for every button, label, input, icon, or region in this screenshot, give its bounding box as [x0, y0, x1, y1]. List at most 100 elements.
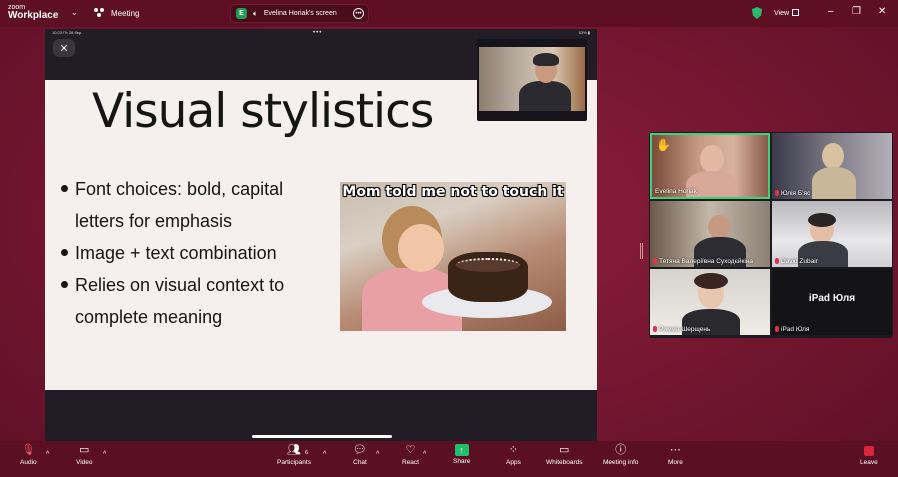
- react-label: React: [402, 459, 419, 466]
- share-label: Share: [453, 458, 471, 465]
- participant-name: iPad Юля: [775, 326, 809, 333]
- person-head: [700, 145, 724, 173]
- meeting-info-label: Meeting info: [603, 459, 639, 466]
- self-view-thumbnail[interactable]: [477, 39, 587, 121]
- more-dots-icon: ⋯: [669, 444, 681, 456]
- screen-share-pill[interactable]: E 🔈︎ Evelina Horiak's screen •••: [230, 4, 369, 23]
- chat-bubble-icon: 💬︎: [353, 444, 367, 456]
- security-shield-icon[interactable]: [752, 7, 762, 19]
- meeting-tab[interactable]: Meeting: [94, 8, 139, 19]
- screen-share-label: Evelina Horiak's screen: [263, 10, 337, 17]
- audio-label: Audio: [20, 459, 37, 466]
- whiteboard-icon: ▭: [559, 444, 570, 456]
- meme-caption: Mom told me not to touch it: [342, 184, 564, 200]
- video-button[interactable]: ▭ Video: [76, 444, 93, 467]
- ipad-time: 10:23 Пт 28 бер.: [52, 30, 83, 35]
- view-label: View: [774, 10, 790, 17]
- chat-label: Chat: [353, 459, 367, 466]
- person-hair: [808, 213, 836, 227]
- raised-hand-icon: ✋: [656, 138, 671, 152]
- person-head: [708, 215, 730, 239]
- view-button[interactable]: View: [774, 9, 800, 17]
- muted-mic-icon: [775, 190, 779, 196]
- video-tile[interactable]: David Zubair: [772, 201, 892, 267]
- apps-label: Apps: [506, 459, 521, 466]
- ipad-battery: 53% ▮: [578, 30, 590, 35]
- react-options-caret[interactable]: ^: [423, 451, 426, 458]
- muted-mic-icon: [653, 258, 657, 264]
- meeting-info-button[interactable]: ⓘ Meeting info: [603, 444, 639, 467]
- audio-button[interactable]: 🎙︎ Audio: [20, 444, 37, 467]
- slide-bullets: Font choices: bold, capital letters for …: [59, 173, 329, 333]
- leave-button[interactable]: Leave: [860, 444, 878, 466]
- more-options-icon[interactable]: •••: [353, 8, 364, 19]
- presenter-avatar: E: [236, 8, 247, 19]
- video-tile[interactable]: ✋ Evelina Horiak: [650, 133, 770, 199]
- participant-display-name: iPad Юля: [808, 293, 856, 304]
- meme-image: Mom told me not to touch it: [340, 182, 566, 331]
- participants-options-caret[interactable]: ^: [323, 451, 326, 458]
- close-window-icon[interactable]: ✕: [878, 6, 886, 17]
- presentation-slide: Visual stylistics Font choices: bold, ca…: [45, 80, 597, 390]
- participant-name: David Zubair: [775, 258, 818, 265]
- apps-icon: ⁘: [508, 444, 519, 456]
- self-view-video: [479, 47, 585, 111]
- participant-name: Римма Шерщень: [653, 326, 710, 333]
- participant-gallery: ✋ Evelina Horiak Юлія Бʼяс Тетяна Валері…: [649, 132, 893, 338]
- leave-icon: [862, 444, 876, 457]
- ipad-home-indicator: [252, 435, 392, 438]
- apps-button[interactable]: ⁘ Apps: [506, 444, 521, 467]
- restore-icon[interactable]: ❐: [852, 6, 861, 17]
- grid-icon: [792, 9, 800, 16]
- bullet-item: Relies on visual context to complete mea…: [59, 269, 329, 333]
- video-options-caret[interactable]: ^: [103, 451, 106, 458]
- meeting-toolbar: 🎙︎ Audio ^ ▭ Video ^ 👥︎ Participants 6 ^…: [0, 441, 898, 477]
- person-head: [822, 143, 844, 169]
- bullet-item: Image + text combination: [59, 237, 329, 269]
- person-hair: [694, 273, 728, 289]
- heart-icon: ♡: [405, 444, 416, 456]
- video-tile[interactable]: Юлія Бʼяс: [772, 133, 892, 199]
- video-tile[interactable]: Римма Шерщень: [650, 269, 770, 335]
- participant-name-text: David Zubair: [781, 258, 818, 265]
- chat-button[interactable]: 💬︎ Chat: [353, 444, 367, 467]
- person-body: [519, 81, 571, 111]
- close-icon: ✕: [53, 39, 75, 57]
- ipad-multitask-icon: •••: [313, 30, 323, 36]
- participant-name: Evelina Horiak: [655, 188, 697, 195]
- muted-mic-icon: [775, 258, 779, 264]
- participants-icon: 👥︎: [287, 444, 301, 456]
- share-button[interactable]: ↑ Share: [453, 444, 470, 465]
- meme-face: [398, 224, 444, 272]
- participant-name-text: iPad Юля: [781, 326, 810, 333]
- muted-mic-icon: [775, 326, 779, 332]
- participant-name: Юлія Бʼяс: [775, 190, 810, 197]
- participant-name: Тетяна Валеріївна Суходєйкіна: [653, 258, 753, 265]
- panel-resize-handle[interactable]: [640, 243, 643, 259]
- title-bar: zoom Workplace ⌄ Meeting E 🔈︎ Evelina Ho…: [0, 0, 898, 27]
- participant-name-text: Тетяна Валеріївна Суходєйкіна: [659, 258, 754, 265]
- meeting-label: Meeting: [111, 9, 140, 18]
- muted-mic-icon: [653, 326, 657, 332]
- meme-cake: [448, 252, 528, 302]
- zoom-logo: zoom Workplace: [8, 4, 58, 21]
- info-icon: ⓘ: [615, 444, 627, 456]
- audio-options-caret[interactable]: ^: [46, 451, 49, 458]
- participant-name-text: Юлія Бʼяс: [781, 190, 811, 197]
- whiteboards-button[interactable]: ▭ Whiteboards: [546, 444, 583, 467]
- video-tile[interactable]: Тетяна Валеріївна Суходєйкіна: [650, 201, 770, 267]
- whiteboards-label: Whiteboards: [546, 459, 583, 466]
- person-body: [812, 167, 856, 199]
- video-camera-icon: ▭: [79, 444, 90, 456]
- brand-bottom: Workplace: [8, 10, 59, 21]
- leave-label: Leave: [860, 459, 878, 466]
- react-button[interactable]: ♡ React: [402, 444, 419, 467]
- participants-count: 6: [305, 450, 309, 456]
- minimize-icon[interactable]: –: [828, 6, 834, 17]
- chevron-down-icon[interactable]: ⌄: [71, 8, 78, 17]
- more-label: More: [668, 459, 683, 466]
- video-tile[interactable]: iPad Юля iPad Юля: [772, 269, 892, 335]
- more-button[interactable]: ⋯ More: [668, 444, 683, 467]
- participants-label: Participants: [277, 459, 311, 466]
- chat-options-caret[interactable]: ^: [376, 451, 379, 458]
